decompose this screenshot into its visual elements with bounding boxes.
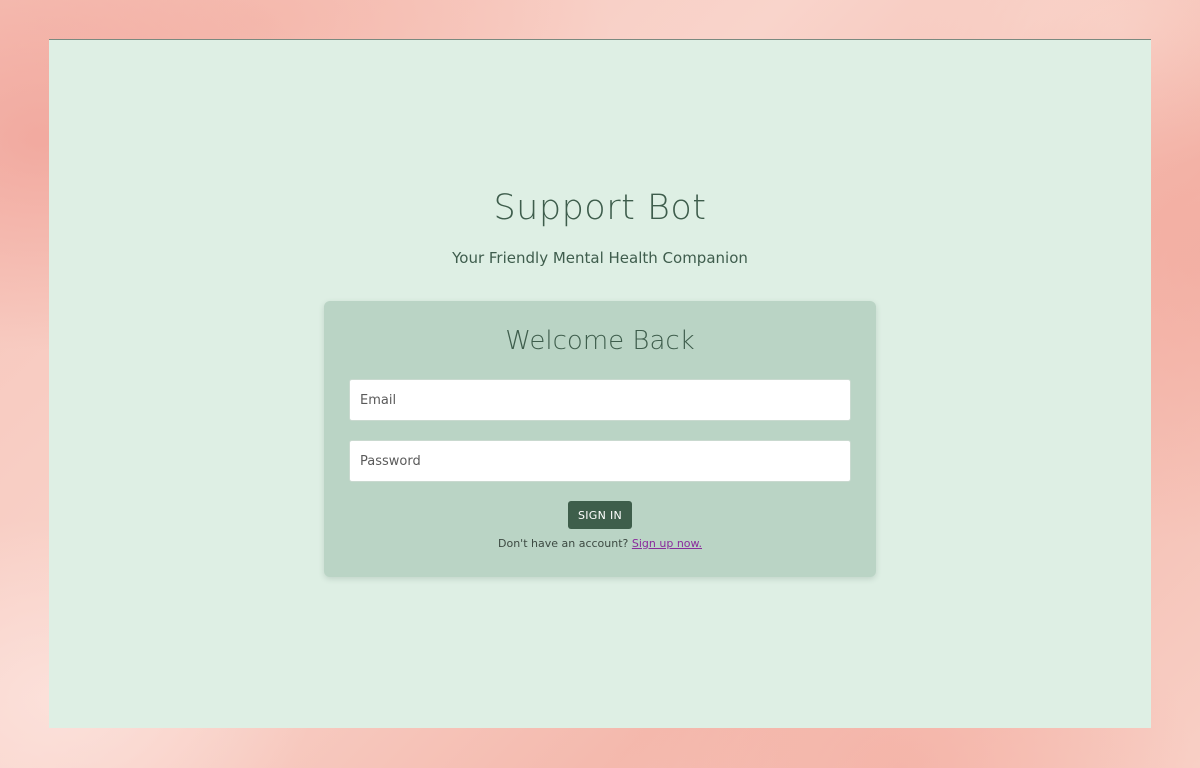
page-subtitle: Your Friendly Mental Health Companion	[452, 249, 748, 267]
password-field[interactable]	[349, 440, 851, 482]
signup-link[interactable]: Sign up now.	[632, 537, 702, 550]
app-frame: Support Bot Your Friendly Mental Health …	[49, 39, 1151, 728]
page-title: Support Bot	[493, 188, 707, 228]
email-field[interactable]	[349, 379, 851, 421]
sign-in-button[interactable]: SIGN IN	[568, 501, 632, 529]
signup-prompt-text: Don't have an account?	[498, 537, 629, 550]
login-heading: Welcome Back	[505, 326, 695, 356]
signup-prompt-row: Don't have an account? Sign up now.	[324, 537, 876, 550]
login-card: Welcome Back SIGN IN Don't have an accou…	[324, 301, 876, 577]
